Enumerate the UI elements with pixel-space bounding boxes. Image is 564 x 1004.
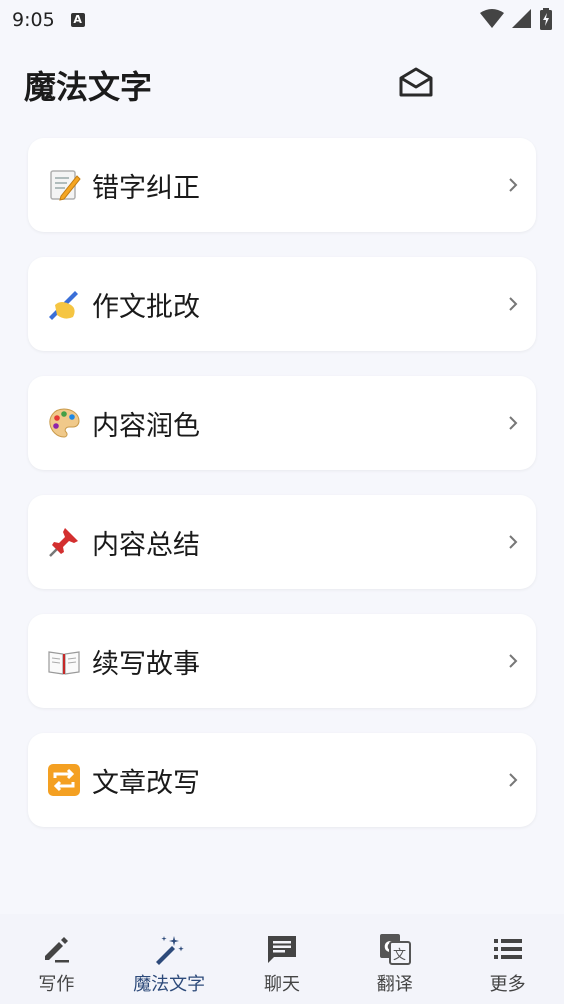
menu-item-label: 内容总结 <box>92 529 200 561</box>
pushpin-icon <box>46 524 82 560</box>
menu-item-essay-grading[interactable]: 作文批改 <box>28 257 536 351</box>
mail-open-icon <box>399 67 433 97</box>
nav-label: 聊天 <box>263 974 300 995</box>
nav-label: 魔法文字 <box>133 974 206 995</box>
menu-item-article-rewrite[interactable]: 文章改写 <box>28 733 536 827</box>
nav-tab-chat[interactable]: 聊天 <box>226 914 339 1004</box>
accessibility-indicator-icon: A <box>70 13 85 27</box>
wifi-icon <box>480 9 504 28</box>
chevron-right-icon <box>506 652 520 670</box>
magic-wand-icon <box>152 932 186 966</box>
nav-tab-writing[interactable]: 写作 <box>0 914 113 1004</box>
mail-button[interactable] <box>394 60 438 104</box>
status-bar: 9:05 A <box>0 0 564 40</box>
nav-label: 写作 <box>38 974 75 995</box>
chevron-right-icon <box>506 414 520 432</box>
menu-item-content-polish[interactable]: 内容润色 <box>28 376 536 470</box>
status-icons <box>480 8 552 30</box>
chevron-right-icon <box>506 176 520 194</box>
menu-item-continue-story[interactable]: 续写故事 <box>28 614 536 708</box>
menu-item-label: 续写故事 <box>92 648 200 680</box>
nav-tab-magic-text[interactable]: 魔法文字 <box>113 914 226 1004</box>
writing-hand-icon <box>46 286 82 322</box>
translate-icon: G 文 <box>378 932 412 966</box>
nav-label: 翻译 <box>376 974 413 995</box>
chevron-right-icon <box>506 771 520 789</box>
chevron-right-icon <box>506 295 520 313</box>
nav-label: 更多 <box>489 974 526 995</box>
chat-icon <box>265 932 299 966</box>
list-icon <box>491 932 525 966</box>
menu-item-content-summary[interactable]: 内容总结 <box>28 495 536 589</box>
menu-item-typo-correction[interactable]: 错字纠正 <box>28 138 536 232</box>
status-time: 9:05 <box>12 9 55 31</box>
chevron-right-icon <box>506 533 520 551</box>
menu-item-label: 作文批改 <box>92 291 200 323</box>
bottom-navigation: 写作 魔法文字 聊天 G <box>0 914 564 1004</box>
app-header: 魔法文字 <box>0 48 564 120</box>
page-title: 魔法文字 <box>24 68 153 106</box>
open-book-icon <box>46 643 82 679</box>
signal-icon <box>512 9 531 28</box>
palette-icon <box>46 405 82 441</box>
battery-icon <box>540 8 552 30</box>
svg-text:文: 文 <box>393 948 406 963</box>
memo-icon <box>46 167 82 203</box>
menu-item-label: 文章改写 <box>92 767 200 799</box>
menu-item-label: 错字纠正 <box>92 172 200 204</box>
nav-tab-translate[interactable]: G 文 翻译 <box>338 914 451 1004</box>
repeat-icon <box>46 762 82 798</box>
nav-tab-more[interactable]: 更多 <box>451 914 564 1004</box>
pencil-icon <box>39 932 73 966</box>
menu-item-label: 内容润色 <box>92 410 200 442</box>
